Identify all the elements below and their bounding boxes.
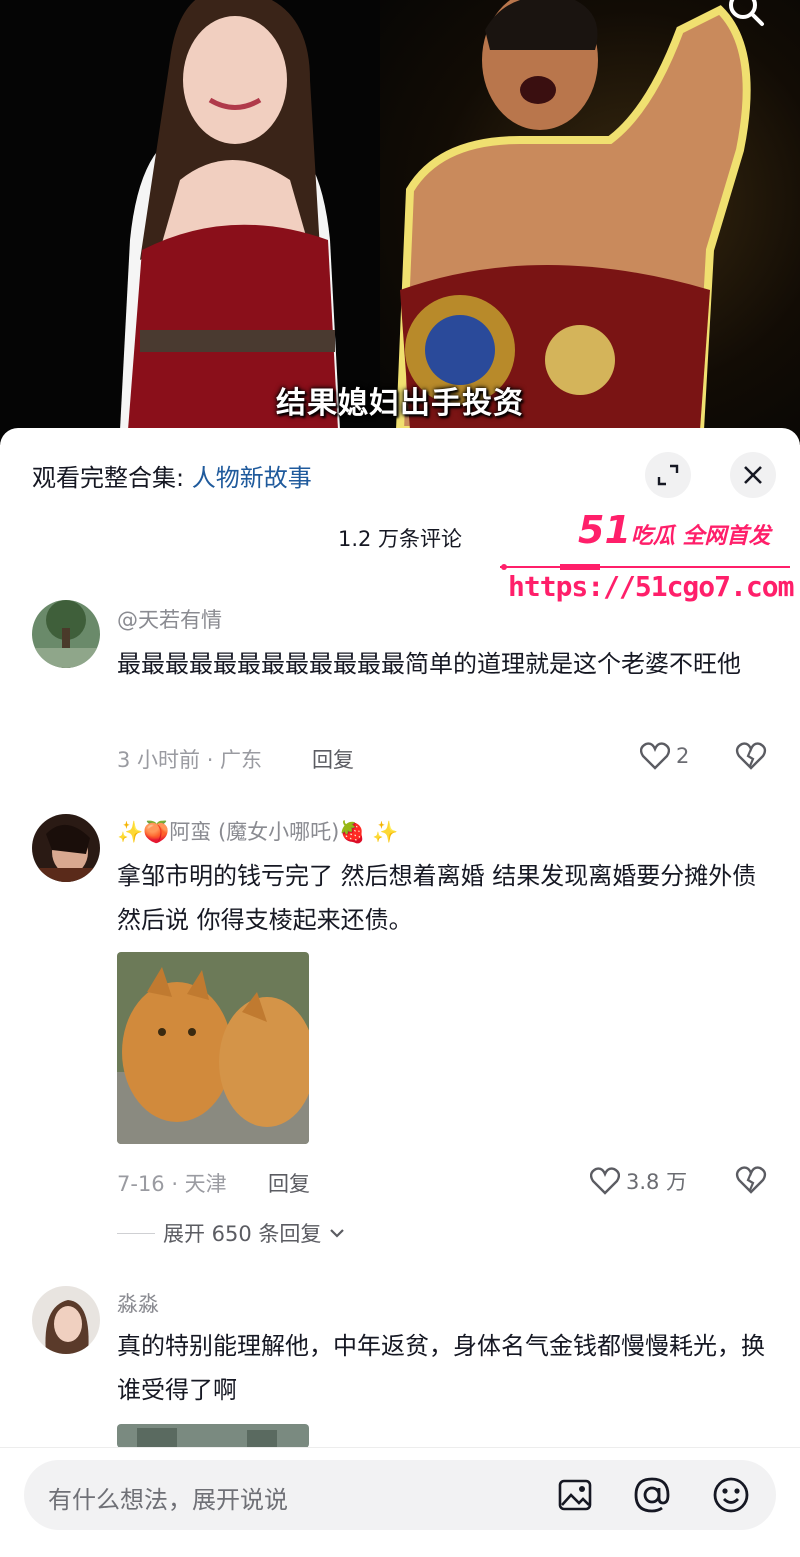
like-button[interactable]: 2 xyxy=(640,742,689,770)
close-icon xyxy=(744,466,762,484)
watermark-tag: 吃瓜 全网首发 xyxy=(630,524,771,549)
avatar[interactable] xyxy=(32,814,100,882)
video-player[interactable]: 结果媳妇出手投资 xyxy=(0,0,800,445)
expand-replies-label: 展开 650 条回复 xyxy=(163,1222,322,1246)
image-picker-button[interactable] xyxy=(554,1474,596,1516)
search-icon[interactable] xyxy=(726,0,766,28)
watermark-logo: 51吃瓜 全网首发 xyxy=(578,508,771,552)
expand-panel-button[interactable] xyxy=(645,452,691,498)
like-count: 2 xyxy=(676,744,690,768)
image-icon xyxy=(558,1479,592,1511)
mention-button[interactable] xyxy=(631,1474,673,1516)
heart-icon xyxy=(590,1167,620,1195)
comment-input-bar: 有什么想法，展开说说 xyxy=(0,1447,800,1557)
dislike-button[interactable] xyxy=(735,1166,767,1198)
comment-text: 拿邹市明的钱亏完了 然后想着离婚 结果发现离婚要分摊外债 然后说 你得支棱起来还… xyxy=(117,862,757,934)
emoji-icon xyxy=(713,1477,749,1513)
collection-link-row[interactable]: 观看完整合集: 人物新故事 xyxy=(32,458,312,493)
avatar[interactable] xyxy=(32,1286,100,1354)
watermark: 51吃瓜 全网首发 https://51cgo7.com xyxy=(500,508,800,618)
video-figure-woman xyxy=(120,0,340,430)
heart-icon xyxy=(640,742,670,770)
comment-username[interactable]: @天若有情 xyxy=(117,604,222,634)
comment-text: 真的特别能理解他，中年返贫，身体名气金钱都慢慢耗光，换谁受得了啊 xyxy=(117,1332,765,1404)
at-icon xyxy=(634,1477,670,1513)
broken-heart-icon xyxy=(735,742,767,770)
emoji-button[interactable] xyxy=(710,1474,752,1516)
comment-username[interactable]: 淼淼 xyxy=(117,1288,159,1318)
like-count: 3.8 万 xyxy=(626,1170,688,1194)
comment-image[interactable] xyxy=(117,952,309,1144)
comment-username[interactable]: ✨🍑阿蛮 (魔女小哪吒)🍓 ✨ xyxy=(117,816,398,846)
comment-input-placeholder: 有什么想法，展开说说 xyxy=(48,1486,288,1514)
expand-replies-button[interactable]: 展开 650 条回复 xyxy=(117,1218,345,1248)
video-figure-boxer xyxy=(395,0,751,430)
comment-text: 最最最最最最最最最最最最简单的道理就是这个老婆不旺他 xyxy=(117,650,741,678)
comment-panel: 观看完整合集: 人物新故事 1.2 万条评论 51吃瓜 全网首发 https:/… xyxy=(0,428,800,1557)
close-button[interactable] xyxy=(730,452,776,498)
collection-link[interactable]: 人物新故事 xyxy=(192,464,312,492)
video-subtitle: 结果媳妇出手投资 xyxy=(276,386,524,421)
collection-prefix: 观看完整合集: xyxy=(32,464,192,492)
watermark-url: https://51cgo7.com xyxy=(508,570,794,603)
comment-image[interactable] xyxy=(117,1424,309,1448)
comment-time-location: 7-16 · 天津 xyxy=(117,1172,227,1196)
divider xyxy=(117,1232,155,1234)
comment-input[interactable]: 有什么想法，展开说说 xyxy=(24,1460,776,1530)
reply-button[interactable]: 回复 xyxy=(312,744,354,774)
comment-time-location: 3 小时前 · 广东 xyxy=(117,748,263,772)
chevron-down-icon xyxy=(330,1229,345,1238)
reply-button[interactable]: 回复 xyxy=(268,1168,310,1198)
avatar[interactable] xyxy=(32,600,100,668)
dislike-button[interactable] xyxy=(735,742,767,774)
expand-icon xyxy=(657,464,679,486)
broken-heart-icon xyxy=(735,1166,767,1194)
like-button[interactable]: 3.8 万 xyxy=(590,1166,687,1196)
